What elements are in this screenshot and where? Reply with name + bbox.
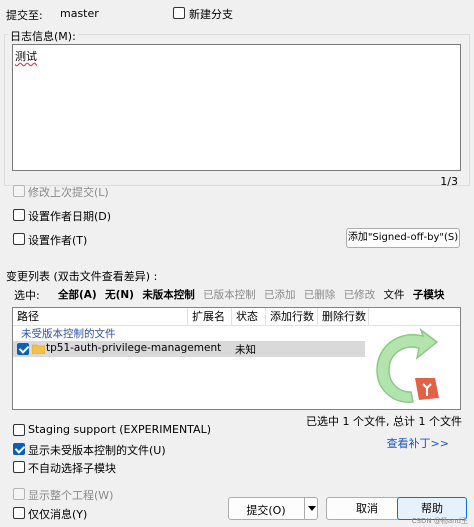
file-list[interactable]: 路径 扩展名 状态 添加行数 删除行数 未受版本控制的文件 tp51-auth-… (12, 307, 461, 410)
staging-support-checkbox[interactable] (13, 424, 25, 436)
filter-bar: 全部(A) 无(N) 未版本控制 已版本控制 已添加 已删除 已修改 文件 子模… (58, 287, 449, 302)
filter-added[interactable]: 已添加 (264, 289, 296, 301)
file-row-status: 未知 (235, 344, 256, 356)
amend-label: 修改上次提交(L) (28, 186, 109, 199)
show-unversioned-label: 显示未受版本控制的文件(U) (28, 444, 166, 457)
new-branch-checkbox[interactable] (173, 7, 185, 19)
view-patch-link[interactable]: 查看补丁>> (387, 435, 449, 451)
group-header-unversioned: 未受版本控制的文件 (21, 328, 116, 340)
amend-checkbox[interactable] (13, 185, 25, 197)
select-label: 选中: (14, 289, 40, 302)
filter-modified[interactable]: 已修改 (344, 289, 376, 301)
log-message-text: 测试 (15, 50, 37, 63)
set-author-date-label: 设置作者日期(D) (28, 210, 112, 223)
commit-split-divider (304, 498, 305, 519)
filter-unversioned[interactable]: 未版本控制 (142, 289, 195, 301)
commit-button[interactable]: 提交(O) (228, 497, 318, 520)
signoff-button[interactable]: 添加"Signed-off-by"(S) (346, 228, 460, 248)
set-author-date-checkbox[interactable] (13, 209, 25, 221)
column-lines-added[interactable]: 添加行数 (266, 308, 318, 325)
staging-support-label: Staging support (EXPERIMENTAL) (28, 423, 211, 436)
column-extension[interactable]: 扩展名 (188, 308, 232, 325)
tortoisegit-overlay-icon (365, 327, 445, 408)
watermark: CSDN @杨and王 (411, 517, 468, 525)
filter-files[interactable]: 文件 (384, 289, 405, 301)
filter-submodules[interactable]: 子模块 (413, 289, 445, 301)
column-status[interactable]: 状态 (232, 308, 266, 325)
changes-section-label: 变更列表 (双击文件查看差异) : (6, 270, 158, 283)
file-list-header: 路径 扩展名 状态 添加行数 删除行数 (13, 308, 460, 326)
column-path[interactable]: 路径 (13, 308, 188, 325)
file-row-path: tp51-auth-privilege-management (46, 342, 222, 354)
cancel-button[interactable]: 取消 (326, 497, 408, 520)
message-only-checkbox[interactable] (13, 507, 25, 519)
no-auto-submodule-checkbox[interactable] (13, 461, 25, 473)
set-author-label: 设置作者(T) (28, 234, 88, 247)
show-whole-project-checkbox[interactable] (13, 488, 25, 500)
no-auto-submodule-label: 不自动选择子模块 (28, 462, 116, 475)
folder-icon (31, 344, 46, 357)
filter-none[interactable]: 无(N) (105, 289, 134, 301)
log-message-textarea[interactable]: 测试 (12, 44, 461, 171)
show-whole-project-label: 显示整个工程(W) (28, 489, 114, 502)
filter-deleted[interactable]: 已删除 (304, 289, 336, 301)
show-unversioned-checkbox[interactable] (13, 443, 25, 455)
filter-all[interactable]: 全部(A) (58, 289, 97, 301)
message-position: 1/3 (440, 175, 458, 188)
file-row-checkbox[interactable] (17, 343, 29, 355)
message-only-label: 仅仅消息(Y) (28, 508, 88, 521)
file-row[interactable]: tp51-auth-privilege-management 未知 (13, 341, 365, 357)
selection-summary: 已选中 1 个文件, 总计 1 个文件 (306, 415, 462, 428)
column-lines-deleted[interactable]: 删除行数 (318, 308, 369, 325)
commit-button-label: 提交(O) (246, 504, 286, 517)
chevron-down-icon[interactable] (308, 506, 316, 511)
log-message-label: 日志信息(M): (8, 28, 78, 44)
new-branch-label: 新建分支 (189, 8, 233, 21)
filter-versioned[interactable]: 已版本控制 (203, 289, 256, 301)
set-author-checkbox[interactable] (13, 233, 25, 245)
commit-to-label: 提交至: (6, 9, 43, 22)
branch-name: master (60, 7, 99, 20)
